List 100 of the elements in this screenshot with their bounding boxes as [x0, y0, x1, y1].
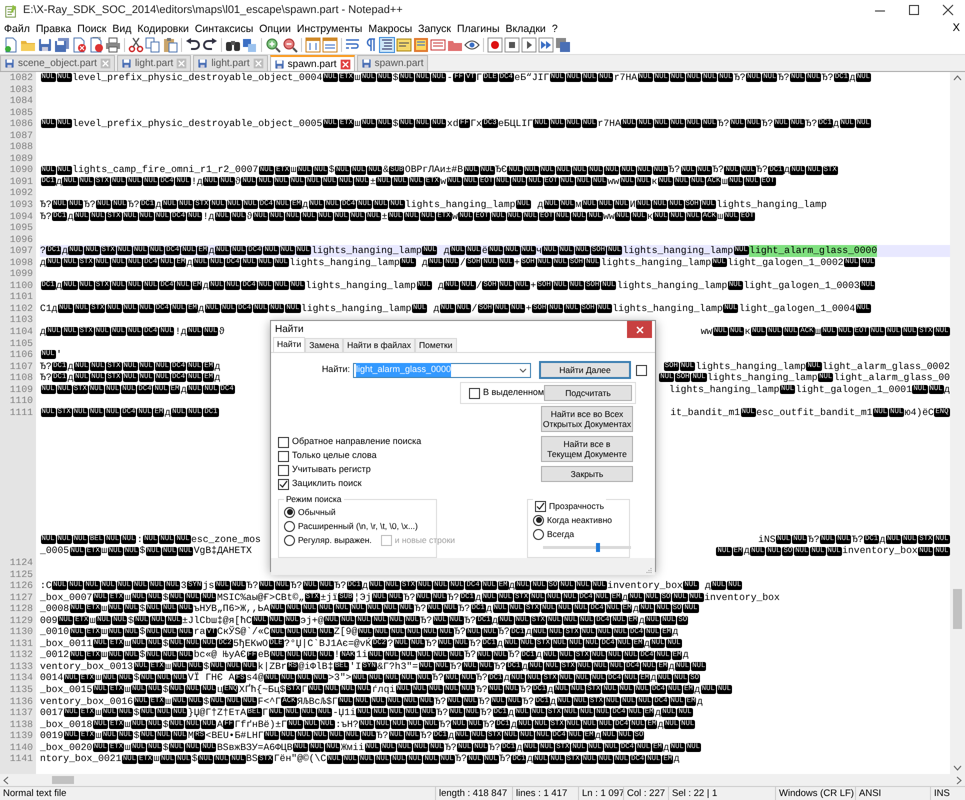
close-file-icon[interactable]: [71, 37, 87, 53]
radio-label[interactable]: Обычный: [298, 506, 336, 518]
stop-icon[interactable]: [504, 37, 520, 53]
close-document-button[interactable]: X: [952, 20, 965, 37]
radio-label[interactable]: Расширенный (\n, \r, \t, \0, \x...): [298, 520, 418, 532]
printer-icon[interactable]: [105, 37, 121, 53]
zoom-out-icon[interactable]: [282, 37, 298, 53]
checkbox-label[interactable]: Только целые слова: [292, 449, 377, 463]
dialog-button[interactable]: Найти Далее: [539, 361, 631, 379]
vertical-scrollbar[interactable]: [950, 72, 965, 774]
resize-grip-icon[interactable]: [645, 567, 653, 575]
radio-button[interactable]: [284, 534, 295, 546]
fast-forward-icon[interactable]: [538, 37, 554, 53]
code-text: Ђ?: [404, 592, 416, 604]
dialog-tab[interactable]: Найти в файлах: [343, 338, 416, 352]
radio-button[interactable]: [533, 514, 544, 526]
close-icon[interactable]: [340, 58, 351, 70]
dialog-tab[interactable]: Найти: [273, 337, 306, 352]
file-tab[interactable]: scene_object.part: [0, 55, 115, 71]
menu-item[interactable]: Запуск: [415, 22, 454, 36]
dialog-button[interactable]: Закрыть: [541, 466, 633, 482]
checkbox[interactable]: [278, 436, 289, 448]
new-file-icon[interactable]: [3, 37, 19, 53]
indent-guide-icon[interactable]: [379, 37, 395, 53]
radio-label[interactable]: Всегда: [547, 528, 574, 540]
code-text: light_alarm_glass_00: [834, 372, 950, 384]
checkbox[interactable]: [278, 464, 289, 476]
radio-label[interactable]: Регуляр. выражен.: [298, 534, 372, 546]
code-text: lights_hanging_lamp: [695, 360, 806, 372]
line-number: 1092: [10, 187, 33, 198]
menu-item[interactable]: Опции: [256, 22, 294, 36]
checkbox[interactable]: [469, 388, 480, 398]
document-map-icon[interactable]: [413, 37, 429, 53]
checkbox-label[interactable]: Прозрачность: [549, 500, 604, 512]
checkbox-label[interactable]: Учитывать регистр: [292, 463, 371, 477]
code-text: ХҐћ{~Бц$: [238, 684, 286, 696]
menu-item[interactable]: Кодировки: [134, 22, 192, 36]
redo-icon[interactable]: [202, 37, 218, 53]
radio-button[interactable]: [284, 506, 295, 518]
zoom-in-icon[interactable]: [265, 37, 281, 53]
checkbox[interactable]: [535, 500, 546, 512]
code-text: д: [654, 707, 661, 719]
menu-item[interactable]: Вкладки: [502, 22, 549, 36]
slider-thumb[interactable]: [596, 543, 600, 552]
dialog-tab[interactable]: Замена: [305, 338, 344, 352]
checkbox[interactable]: [278, 478, 289, 490]
checkbox-label[interactable]: Зациклить поиск: [292, 477, 362, 491]
horizontal-scrollbar[interactable]: [0, 774, 965, 786]
file-tab[interactable]: spawn.part: [356, 55, 428, 71]
play-icon[interactable]: [521, 37, 537, 53]
replace-icon[interactable]: [242, 37, 258, 53]
scrollbar-thumb[interactable]: [52, 776, 74, 784]
checkbox[interactable]: [636, 364, 647, 376]
file-tab[interactable]: light.part: [116, 55, 192, 71]
radio-button[interactable]: [533, 528, 544, 540]
close-files-icon[interactable]: [88, 37, 104, 53]
window-sync-icon[interactable]: [322, 37, 338, 53]
code-text: д: [595, 730, 601, 742]
menu-item[interactable]: Вид: [109, 22, 134, 36]
radio-label[interactable]: Когда неактивно: [547, 514, 612, 526]
checkbox-label[interactable]: В выделенном: [483, 386, 544, 400]
code-text: ±: [382, 210, 388, 222]
close-icon: [636, 326, 644, 334]
copy-icon[interactable]: [145, 37, 161, 53]
dialog-button[interactable]: Найти все в Текущем Документе: [541, 436, 633, 462]
record-icon[interactable]: [487, 37, 503, 53]
dialog-button[interactable]: Подсчитать: [544, 385, 632, 401]
file-tab[interactable]: spawn.part: [270, 55, 355, 71]
code-text: ъНУВ„П6>Ж,,ЬА: [194, 603, 270, 615]
code-text: д: [833, 118, 840, 130]
clipboard-icon[interactable]: [162, 37, 178, 53]
floppy-disks-icon[interactable]: [54, 37, 70, 53]
radio-button[interactable]: [284, 520, 295, 532]
code-text: inventory_box: [704, 592, 780, 604]
code-text: ш: [124, 592, 130, 604]
save-macro-icon[interactable]: [555, 37, 571, 53]
window-sync-icon[interactable]: [305, 37, 321, 53]
function-list-icon[interactable]: [430, 37, 446, 53]
code-text: ш: [96, 707, 102, 719]
undo-icon[interactable]: [185, 37, 201, 53]
checkbox-label[interactable]: Обратное направление поиска: [292, 435, 422, 449]
menu-item[interactable]: Поиск: [74, 22, 110, 36]
language-definition-icon[interactable]: [396, 37, 412, 53]
code-text: Ђ?: [483, 718, 495, 730]
dialog-button[interactable]: Найти все во Всех Открытых Документах: [541, 406, 633, 432]
menu-item[interactable]: Файл: [1, 22, 33, 36]
menu-item[interactable]: Синтаксисы: [192, 22, 256, 36]
code-text: Ђ?: [40, 372, 52, 384]
file-tab[interactable]: light.part: [193, 55, 268, 71]
menu-item[interactable]: Инструменты: [294, 22, 366, 36]
checkbox[interactable]: [278, 450, 289, 462]
menu-item[interactable]: Макросы: [365, 22, 416, 36]
close-button[interactable]: [627, 321, 652, 338]
menu-item[interactable]: ?: [548, 22, 561, 36]
scrollbar-thumb[interactable]: [953, 589, 962, 629]
menu-item[interactable]: Плагины: [454, 22, 503, 36]
line-number: 1100: [10, 280, 33, 291]
scissors-icon[interactable]: [128, 37, 144, 53]
dialog-tab[interactable]: Пометки: [415, 338, 457, 352]
menu-item[interactable]: Правка: [32, 22, 74, 36]
